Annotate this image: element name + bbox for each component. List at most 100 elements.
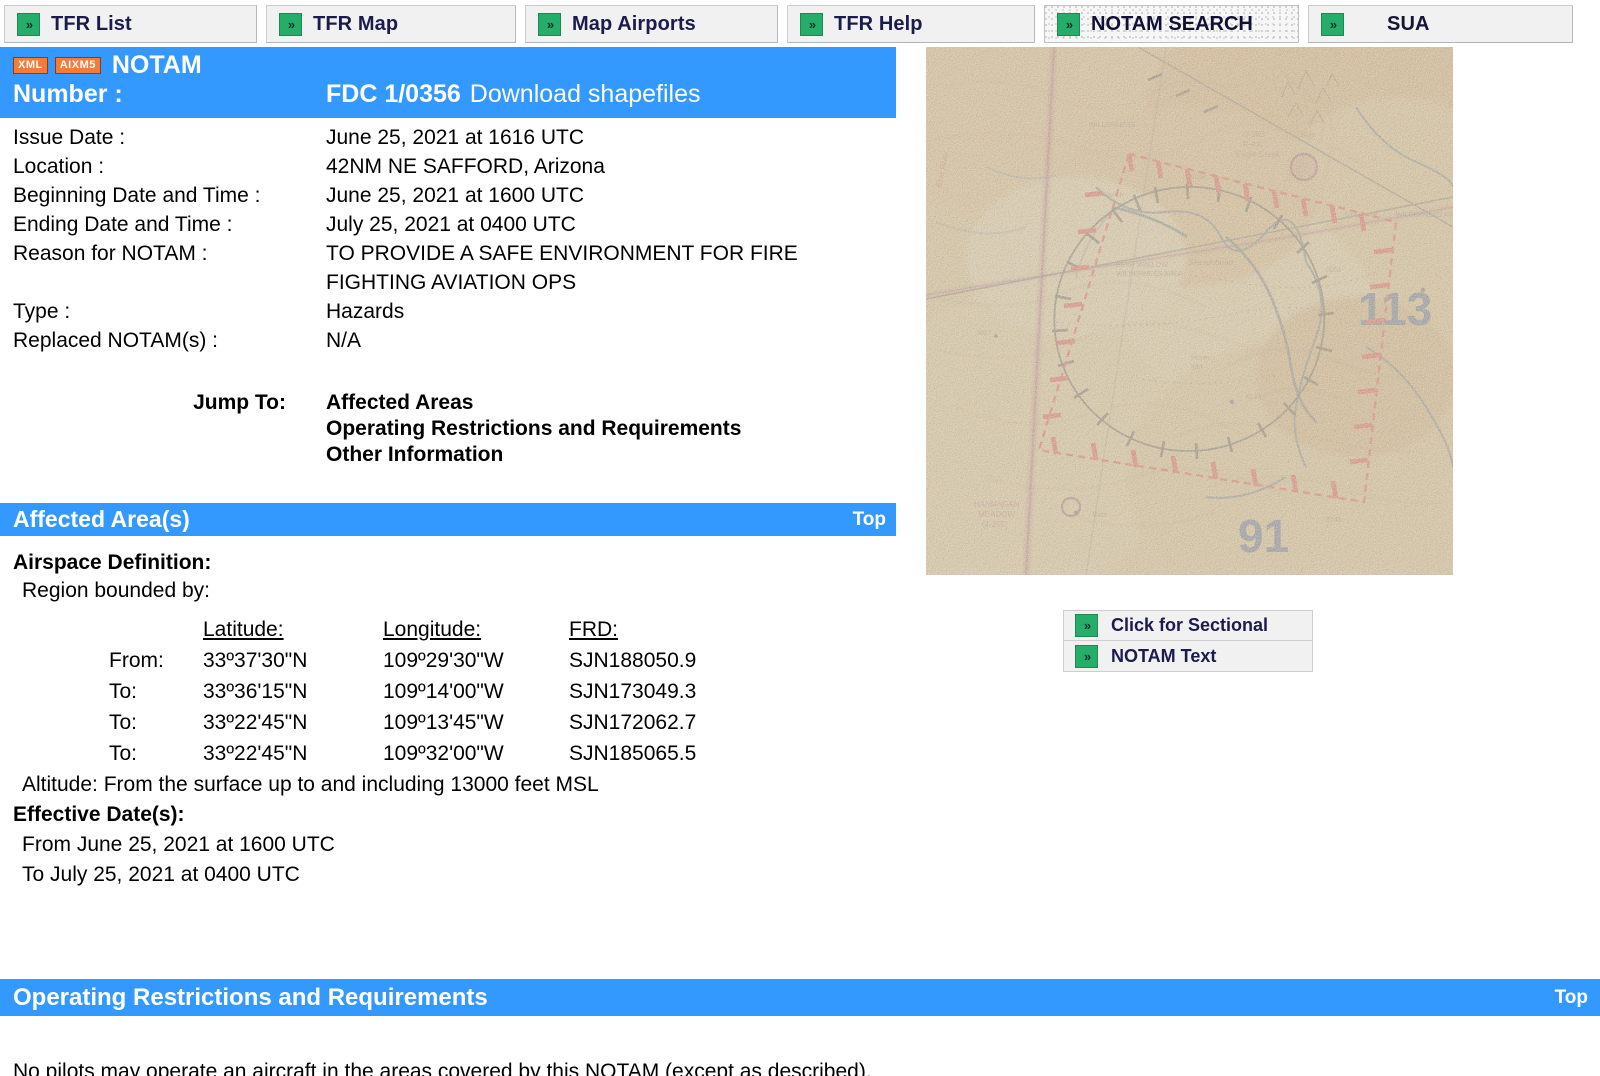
top-link[interactable]: Top bbox=[1555, 987, 1588, 1009]
svg-text:(4-205): (4-205) bbox=[982, 520, 1008, 529]
cell-longitude: 109º14'00"W bbox=[383, 673, 569, 704]
svg-text:Mark: Mark bbox=[1092, 512, 1108, 519]
tab-tfr-map[interactable]: » TFR Map bbox=[266, 5, 516, 43]
cell-longitude: 109º13'45"W bbox=[383, 704, 569, 735]
mef-label-113: 113 bbox=[1358, 283, 1432, 335]
tab-notam-search[interactable]: » NOTAM SEARCH bbox=[1044, 5, 1299, 43]
notam-number-value: FDC 1/0356 bbox=[326, 80, 461, 109]
chevron-double-right-icon: » bbox=[17, 13, 40, 36]
click-for-sectional-button[interactable]: » Click for Sectional bbox=[1063, 610, 1313, 641]
svg-text:MEADOW: MEADOW bbox=[978, 510, 1015, 519]
svg-text:Sheepshead: Sheepshead bbox=[1188, 258, 1233, 267]
effective-to-line: To July 25, 2021 at 0400 UTC bbox=[13, 860, 896, 890]
svg-text:3817: 3817 bbox=[976, 330, 992, 337]
svg-text:Hoyer: Hoyer bbox=[1191, 355, 1210, 362]
chevron-double-right-icon: » bbox=[1075, 614, 1098, 637]
xml-download-badge[interactable]: XML bbox=[13, 57, 48, 74]
sectional-chart-map[interactable]: Sheepshead BEAR WALLOW WILDERNESS AREA 3… bbox=[926, 47, 1453, 575]
cell-latitude: 33º22'45"N bbox=[203, 735, 383, 766]
jump-to-links: Affected Areas Operating Restrictions an… bbox=[326, 390, 741, 468]
detail-row-location: Location : 42NM NE SAFFORD, Arizona bbox=[13, 152, 896, 181]
notam-text-button[interactable]: » NOTAM Text bbox=[1063, 641, 1313, 672]
download-shapefiles-link[interactable]: Download shapefiles bbox=[470, 80, 701, 109]
notam-header: XML AIXM5 NOTAM Number : FDC 1/0356 Down… bbox=[0, 47, 896, 118]
chevron-double-right-icon: » bbox=[279, 13, 302, 36]
cell-latitude: 33º36'15"N bbox=[203, 673, 383, 704]
tab-map-airports[interactable]: » Map Airports bbox=[525, 5, 778, 43]
svg-text:Mtn: Mtn bbox=[1191, 364, 1203, 371]
table-row: From: 33º37'30"N 109º29'30"W SJN188050.9 bbox=[13, 642, 749, 673]
aixm5-download-badge[interactable]: AIXM5 bbox=[55, 57, 101, 74]
page-title: NOTAM bbox=[112, 51, 202, 80]
cell-position: To: bbox=[13, 735, 203, 766]
detail-row-reason: Reason for NOTAM : TO PROVIDE A SAFE ENV… bbox=[13, 239, 896, 297]
cell-latitude: 33º22'45"N bbox=[203, 704, 383, 735]
primary-tab-bar: » TFR List » TFR Map » Map Airports » TF… bbox=[0, 0, 1600, 47]
notam-title-row: XML AIXM5 NOTAM bbox=[13, 51, 896, 79]
jump-link-affected-areas[interactable]: Affected Areas bbox=[326, 390, 741, 416]
detail-row-replaced-notams: Replaced NOTAM(s) : N/A bbox=[13, 326, 896, 355]
section-title: Operating Restrictions and Requirements bbox=[13, 984, 488, 1012]
column-header-longitude: Longitude: bbox=[383, 614, 569, 642]
section-title: Affected Area(s) bbox=[13, 506, 190, 533]
cell-position: To: bbox=[13, 704, 203, 735]
tab-label: TFR Help bbox=[834, 13, 923, 36]
detail-value: 42NM NE SAFFORD, Arizona bbox=[326, 152, 605, 181]
top-link[interactable]: Top bbox=[853, 509, 886, 531]
airspace-definition-block: Airspace Definition: Region bounded by: … bbox=[0, 536, 896, 890]
tab-tfr-list[interactable]: » TFR List bbox=[4, 5, 257, 43]
svg-text:6748: 6748 bbox=[1326, 517, 1342, 524]
effective-dates-label: Effective Date(s): bbox=[13, 800, 896, 830]
svg-text:WILDERNESS AREA: WILDERNESS AREA bbox=[1116, 271, 1183, 278]
tab-sua[interactable]: » SUA bbox=[1308, 5, 1573, 43]
chevron-double-right-icon: » bbox=[1321, 13, 1344, 36]
cell-longitude: 109º32'00"W bbox=[383, 735, 569, 766]
button-label: NOTAM Text bbox=[1111, 646, 1216, 667]
detail-label: Replaced NOTAM(s) : bbox=[13, 326, 326, 355]
page-body: XML AIXM5 NOTAM Number : FDC 1/0356 Down… bbox=[0, 47, 1600, 1076]
svg-text:6051: 6051 bbox=[1326, 267, 1342, 274]
cell-frd: SJN188050.9 bbox=[569, 642, 749, 673]
operating-restrictions-body: No pilots may operate an aircraft in the… bbox=[0, 1016, 1600, 1076]
svg-text:BEAR WALLOW: BEAR WALLOW bbox=[1116, 262, 1168, 269]
svg-text:HANNAGAN: HANNAGAN bbox=[974, 500, 1020, 509]
jump-to-section: Jump To: Affected Areas Operating Restri… bbox=[0, 390, 896, 468]
chevron-double-right-icon: » bbox=[538, 13, 561, 36]
cell-latitude: 33º37'30"N bbox=[203, 642, 383, 673]
detail-value: July 25, 2021 at 0400 UTC bbox=[326, 210, 576, 239]
chevron-double-right-icon: » bbox=[1075, 645, 1098, 668]
notam-number-row: Number : FDC 1/0356 Download shapefiles bbox=[13, 80, 896, 112]
tab-label: SUA bbox=[1355, 13, 1430, 36]
mef-label-91: 91 bbox=[1238, 510, 1289, 562]
detail-label: Ending Date and Time : bbox=[13, 210, 326, 239]
column-header-position bbox=[13, 614, 203, 642]
notam-detail-column: XML AIXM5 NOTAM Number : FDC 1/0356 Down… bbox=[0, 47, 896, 890]
svg-text:WILDERNESS AREA: WILDERNESS AREA bbox=[1396, 212, 1453, 219]
svg-text:Rose: Rose bbox=[1190, 174, 1206, 181]
detail-label: Type : bbox=[13, 297, 326, 326]
chevron-double-right-icon: » bbox=[800, 13, 823, 36]
coordinates-table: Latitude: Longitude: FRD: From: 33º37'30… bbox=[13, 614, 749, 766]
jump-link-operating-restrictions[interactable]: Operating Restrictions and Requirements bbox=[326, 416, 741, 442]
cell-position: To: bbox=[13, 673, 203, 704]
map-action-buttons: » Click for Sectional » NOTAM Text bbox=[1063, 610, 1313, 672]
operating-restrictions-section: Operating Restrictions and Requirements … bbox=[0, 979, 1600, 1076]
notam-detail-rows: Issue Date : June 25, 2021 at 1616 UTC L… bbox=[0, 118, 896, 355]
detail-value: Hazards bbox=[326, 297, 404, 326]
column-header-frd: FRD: bbox=[569, 614, 749, 642]
cell-position: From: bbox=[13, 642, 203, 673]
detail-value: June 25, 2021 at 1616 UTC bbox=[326, 123, 584, 152]
table-header-row: Latitude: Longitude: FRD: bbox=[13, 614, 749, 642]
tab-tfr-help[interactable]: » TFR Help bbox=[787, 5, 1035, 43]
cell-frd: SJN173049.3 bbox=[569, 673, 749, 704]
cell-longitude: 109º29'30"W bbox=[383, 642, 569, 673]
cell-frd: SJN172062.7 bbox=[569, 704, 749, 735]
tab-label: NOTAM SEARCH bbox=[1091, 13, 1253, 36]
table-row: To: 33º22'45"N 109º13'45"W SJN172062.7 bbox=[13, 704, 749, 735]
detail-value: June 25, 2021 at 1600 UTC bbox=[326, 181, 584, 210]
notam-number-label: Number : bbox=[13, 80, 326, 109]
cell-frd: SJN185065.5 bbox=[569, 735, 749, 766]
altitude-line: Altitude: From the surface up to and inc… bbox=[13, 770, 896, 800]
jump-link-other-information[interactable]: Other Information bbox=[326, 442, 741, 468]
svg-text:R-4Xi: R-4Xi bbox=[1243, 140, 1263, 149]
